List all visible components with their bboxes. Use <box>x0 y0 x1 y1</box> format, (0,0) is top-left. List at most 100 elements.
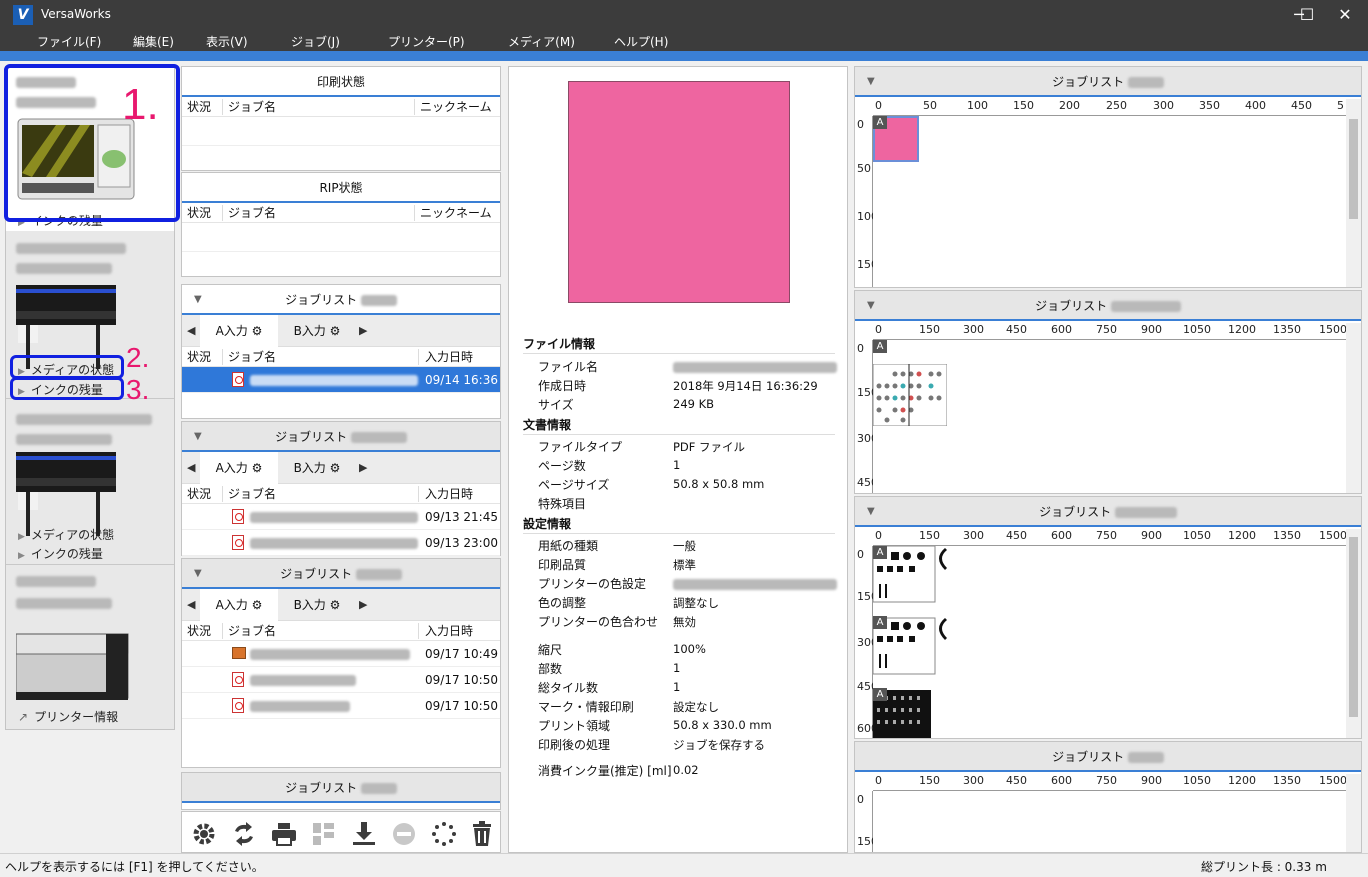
layout-canvas[interactable]: A <box>873 116 1361 287</box>
tab-prev-icon[interactable]: ◀ <box>187 315 195 347</box>
layout-canvas[interactable]: A A <box>873 340 1361 493</box>
vertical-scrollbar[interactable] <box>1346 99 1361 287</box>
job-row[interactable]: 09/17 10:49 <box>182 641 500 667</box>
col-input-date[interactable]: 入力日時 <box>425 621 473 641</box>
tab-next-icon[interactable]: ▶ <box>359 315 367 347</box>
collapse-icon[interactable]: ▼ <box>194 559 202 589</box>
vertical-scrollbar[interactable] <box>1346 774 1361 852</box>
area-label: プリント領域 <box>538 719 611 733</box>
col-status[interactable]: 状況 <box>187 203 211 223</box>
media-status-link-3[interactable]: ▶ メディアの状態 <box>18 526 114 543</box>
gear-icon[interactable]: ⚙ <box>330 598 341 612</box>
joblist-header[interactable]: ▼ ジョブリスト <box>855 497 1361 527</box>
tab-next-icon[interactable]: ▶ <box>359 452 367 484</box>
file-name-label: ファイル名 <box>538 360 599 374</box>
job-thumbnail[interactable] <box>873 364 947 426</box>
menu-printer[interactable]: プリンター(P) <box>388 33 465 50</box>
col-input-date[interactable]: 入力日時 <box>425 484 473 504</box>
printer-info-link[interactable]: ↗ プリンター情報 <box>18 708 118 725</box>
col-status[interactable]: 状況 <box>187 621 211 641</box>
col-job-name[interactable]: ジョブ名 <box>228 203 276 223</box>
ruler-tick: 1050 <box>1183 774 1211 787</box>
gear-icon[interactable]: ⚙ <box>330 461 341 475</box>
col-input-date[interactable]: 入力日時 <box>425 347 473 367</box>
tab-input-a[interactable]: A入力 ⚙ <box>200 452 278 484</box>
spinner-icon[interactable] <box>430 820 458 848</box>
joblist-header[interactable]: ジョブリスト <box>182 773 500 803</box>
collapse-icon[interactable]: ▼ <box>194 285 202 315</box>
menu-job[interactable]: ジョブ(J) <box>291 33 340 50</box>
col-status[interactable]: 状況 <box>187 347 211 367</box>
joblist-panel-1: ▼ ジョブリスト ◀ A入力 ⚙ B入力 ⚙ ▶ 状況 ジョブ名 入力日時 09… <box>181 284 501 419</box>
gear-icon[interactable]: ⚙ <box>330 324 341 338</box>
app-logo-icon: V <box>13 5 33 25</box>
tab-input-a[interactable]: A入力 ⚙ <box>200 589 278 621</box>
menu-help[interactable]: ヘルプ(H) <box>614 33 668 50</box>
tab-input-a[interactable]: A入力 ⚙ <box>200 315 278 347</box>
tab-prev-icon[interactable]: ◀ <box>187 452 195 484</box>
print-icon[interactable] <box>270 820 298 848</box>
marks-label: マーク・情報印刷 <box>538 700 634 714</box>
job-row[interactable]: 09/13 21:45 <box>182 504 500 530</box>
collapse-icon[interactable]: ▼ <box>867 497 875 527</box>
layout-canvas[interactable] <box>873 791 1361 852</box>
joblist-header[interactable]: ▼ ジョブリスト <box>182 285 500 315</box>
job-row[interactable]: 09/17 10:50 <box>182 693 500 719</box>
joblist-header[interactable]: ▼ ジョブリスト <box>855 67 1361 97</box>
ruler-tick: 150 <box>1013 99 1034 112</box>
refresh-icon[interactable] <box>230 820 258 848</box>
tab-next-icon[interactable]: ▶ <box>359 589 367 621</box>
collapse-icon[interactable]: ▼ <box>867 291 875 321</box>
trash-icon[interactable] <box>468 820 496 848</box>
close-button[interactable]: ✕ <box>1322 0 1368 30</box>
joblist-header[interactable]: ▼ ジョブリスト <box>182 559 500 589</box>
tab-input-b[interactable]: B入力 ⚙ <box>278 589 356 621</box>
file-name-value-blurred <box>673 362 837 373</box>
job-toolbar <box>181 811 501 853</box>
col-nickname[interactable]: ニックネーム <box>420 97 492 117</box>
col-status[interactable]: 状況 <box>187 484 211 504</box>
printer-model-blurred <box>16 263 112 277</box>
col-job-name[interactable]: ジョブ名 <box>228 97 276 117</box>
joblist-header[interactable]: ▼ ジョブリスト <box>855 291 1361 321</box>
job-thumbnail[interactable] <box>873 546 959 738</box>
layout-icon[interactable] <box>310 820 338 848</box>
vertical-scrollbar[interactable] <box>1346 529 1361 738</box>
joblist-header[interactable]: ジョブリスト <box>855 742 1361 772</box>
job-row[interactable]: 09/17 10:50 <box>182 667 500 693</box>
gear-icon[interactable]: ⚙ <box>252 461 263 475</box>
ink-level-link-3[interactable]: ▶ インクの残量 <box>18 545 103 562</box>
col-job-name[interactable]: ジョブ名 <box>228 347 276 367</box>
printer-card-4[interactable] <box>6 566 174 730</box>
gear-icon[interactable]: ⚙ <box>252 598 263 612</box>
joblist-header[interactable]: ▼ ジョブリスト <box>182 422 500 452</box>
col-status[interactable]: 状況 <box>187 97 211 117</box>
col-job-name[interactable]: ジョブ名 <box>228 621 276 641</box>
download-icon[interactable] <box>350 820 378 848</box>
job-row[interactable]: 09/14 16:36 <box>182 367 500 393</box>
tab-input-b[interactable]: B入力 ⚙ <box>278 452 356 484</box>
menu-edit[interactable]: 編集(E) <box>133 33 174 50</box>
col-nickname[interactable]: ニックネーム <box>420 203 492 223</box>
vertical-ruler: 0 150 300 450 <box>855 340 878 493</box>
rip-status-title: RIP状態 <box>182 173 500 203</box>
tab-prev-icon[interactable]: ◀ <box>187 589 195 621</box>
tab-input-b[interactable]: B入力 ⚙ <box>278 315 356 347</box>
size-label: サイズ <box>538 398 574 412</box>
job-date: 09/13 21:45 <box>425 510 498 524</box>
gear-icon[interactable] <box>190 820 218 848</box>
status-bar: ヘルプを表示するには [F1] を押してください。 総プリント長 : 0.33 … <box>0 853 1368 877</box>
menu-view[interactable]: 表示(V) <box>206 33 248 50</box>
ruler-tick: 1350 <box>1273 529 1301 542</box>
gear-icon[interactable]: ⚙ <box>252 324 263 338</box>
collapse-icon[interactable]: ▼ <box>867 67 875 97</box>
menu-media[interactable]: メディア(M) <box>508 33 575 50</box>
col-job-name[interactable]: ジョブ名 <box>228 484 276 504</box>
layout-joblist-2: ▼ ジョブリスト 0 150 300 450 600 750 900 1050 … <box>854 290 1362 494</box>
collapse-icon[interactable]: ▼ <box>194 422 202 452</box>
menu-file[interactable]: ファイル(F) <box>37 33 101 50</box>
stop-icon[interactable] <box>390 820 418 848</box>
layout-canvas[interactable]: A A A <box>873 546 1361 738</box>
vertical-scrollbar[interactable] <box>1346 323 1361 493</box>
job-row[interactable]: 09/13 23:00 <box>182 530 500 556</box>
